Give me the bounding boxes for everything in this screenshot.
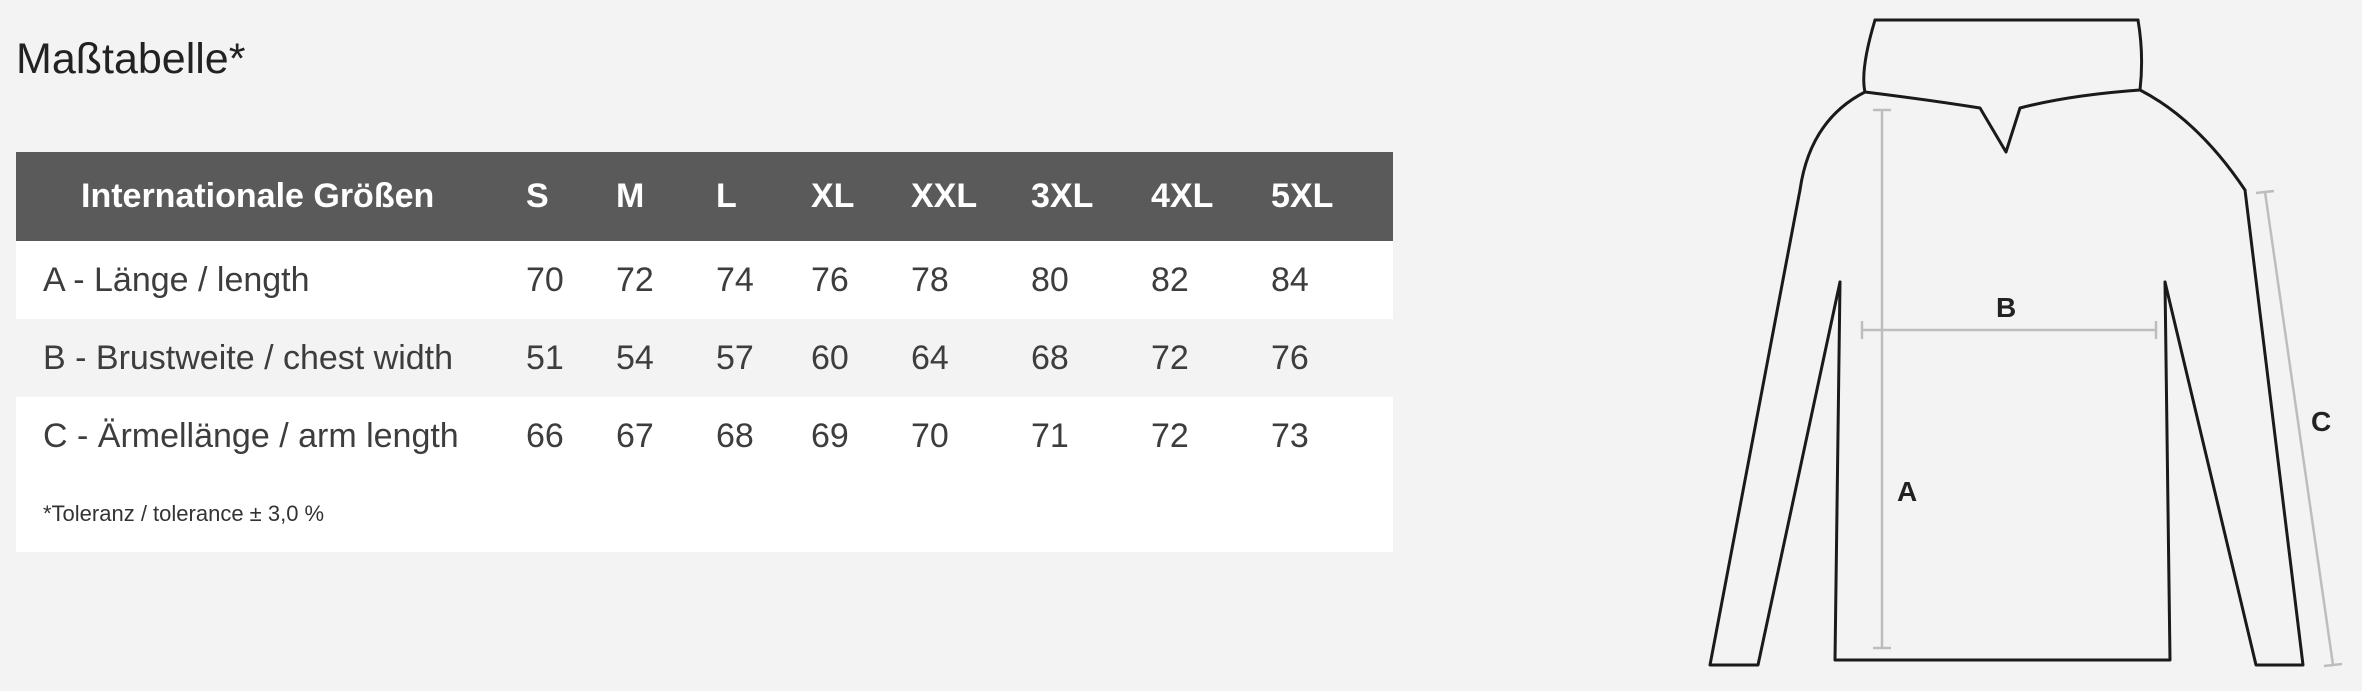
header-cell-3xl: 3XL (1031, 177, 1094, 215)
table-cell: 76 (1271, 338, 1309, 377)
tolerance-row: *Toleranz / tolerance ± 3,0 % (16, 475, 1393, 552)
table-cell: 67 (616, 416, 654, 455)
size-table: Internationale Größen S M L XL XXL 3XL 4… (16, 152, 1393, 552)
table-row: A - Länge / length 70 72 74 76 78 80 82 … (16, 241, 1393, 319)
row-label: A - Länge / length (43, 260, 310, 299)
hoodie-outline-illustration (1708, 18, 2343, 668)
header-cell-s: S (526, 177, 549, 215)
table-cell: 84 (1271, 260, 1309, 299)
header-cell-m: M (616, 177, 645, 215)
table-cell: 69 (811, 416, 849, 455)
table-cell: 60 (811, 338, 849, 377)
table-cell: 54 (616, 338, 654, 377)
table-cell: 73 (1271, 416, 1309, 455)
row-label: B - Brustweite / chest width (43, 338, 454, 377)
table-cell: 72 (1151, 416, 1189, 455)
table-cell: 68 (1031, 338, 1069, 377)
page-title: Maßtabelle* (16, 35, 246, 83)
table-cell: 70 (526, 260, 564, 299)
table-cell: 80 (1031, 260, 1069, 299)
label-a: A (1897, 476, 1918, 507)
header-cell-4xl: 4XL (1151, 177, 1214, 215)
table-cell: 72 (1151, 338, 1189, 377)
table-cell: 57 (716, 338, 754, 377)
table-cell: 78 (911, 260, 949, 299)
table-cell: 64 (911, 338, 949, 377)
header-cell-sizes: Internationale Größen (81, 177, 435, 215)
header-cell-l: L (716, 177, 737, 215)
table-row: B - Brustweite / chest width 51 54 57 60… (16, 319, 1393, 397)
hoodie-measurement-diagram: A B C (1690, 0, 2362, 691)
table-cell: 71 (1031, 416, 1069, 455)
table-cell: 72 (616, 260, 654, 299)
header-cell-5xl: 5XL (1271, 177, 1334, 215)
hoodie-outline (1708, 18, 2305, 667)
row-label: C - Ärmellänge / arm length (43, 416, 459, 455)
label-c: C (2311, 406, 2332, 437)
table-cell: 76 (811, 260, 849, 299)
table-cell: 70 (911, 416, 949, 455)
header-cell-xl: XL (811, 177, 855, 215)
table-cell: 82 (1151, 260, 1189, 299)
header-cell-xxl: XXL (911, 177, 978, 215)
table-cell: 74 (716, 260, 754, 299)
table-cell: 66 (526, 416, 564, 455)
table-row: C - Ärmellänge / arm length 66 67 68 69 … (16, 397, 1393, 475)
label-b: B (1996, 292, 2017, 323)
table-cell: 68 (716, 416, 754, 455)
table-header-row: Internationale Größen S M L XL XXL 3XL 4… (16, 152, 1393, 241)
table-cell: 51 (526, 338, 564, 377)
tolerance-note: *Toleranz / tolerance ± 3,0 % (43, 500, 325, 526)
